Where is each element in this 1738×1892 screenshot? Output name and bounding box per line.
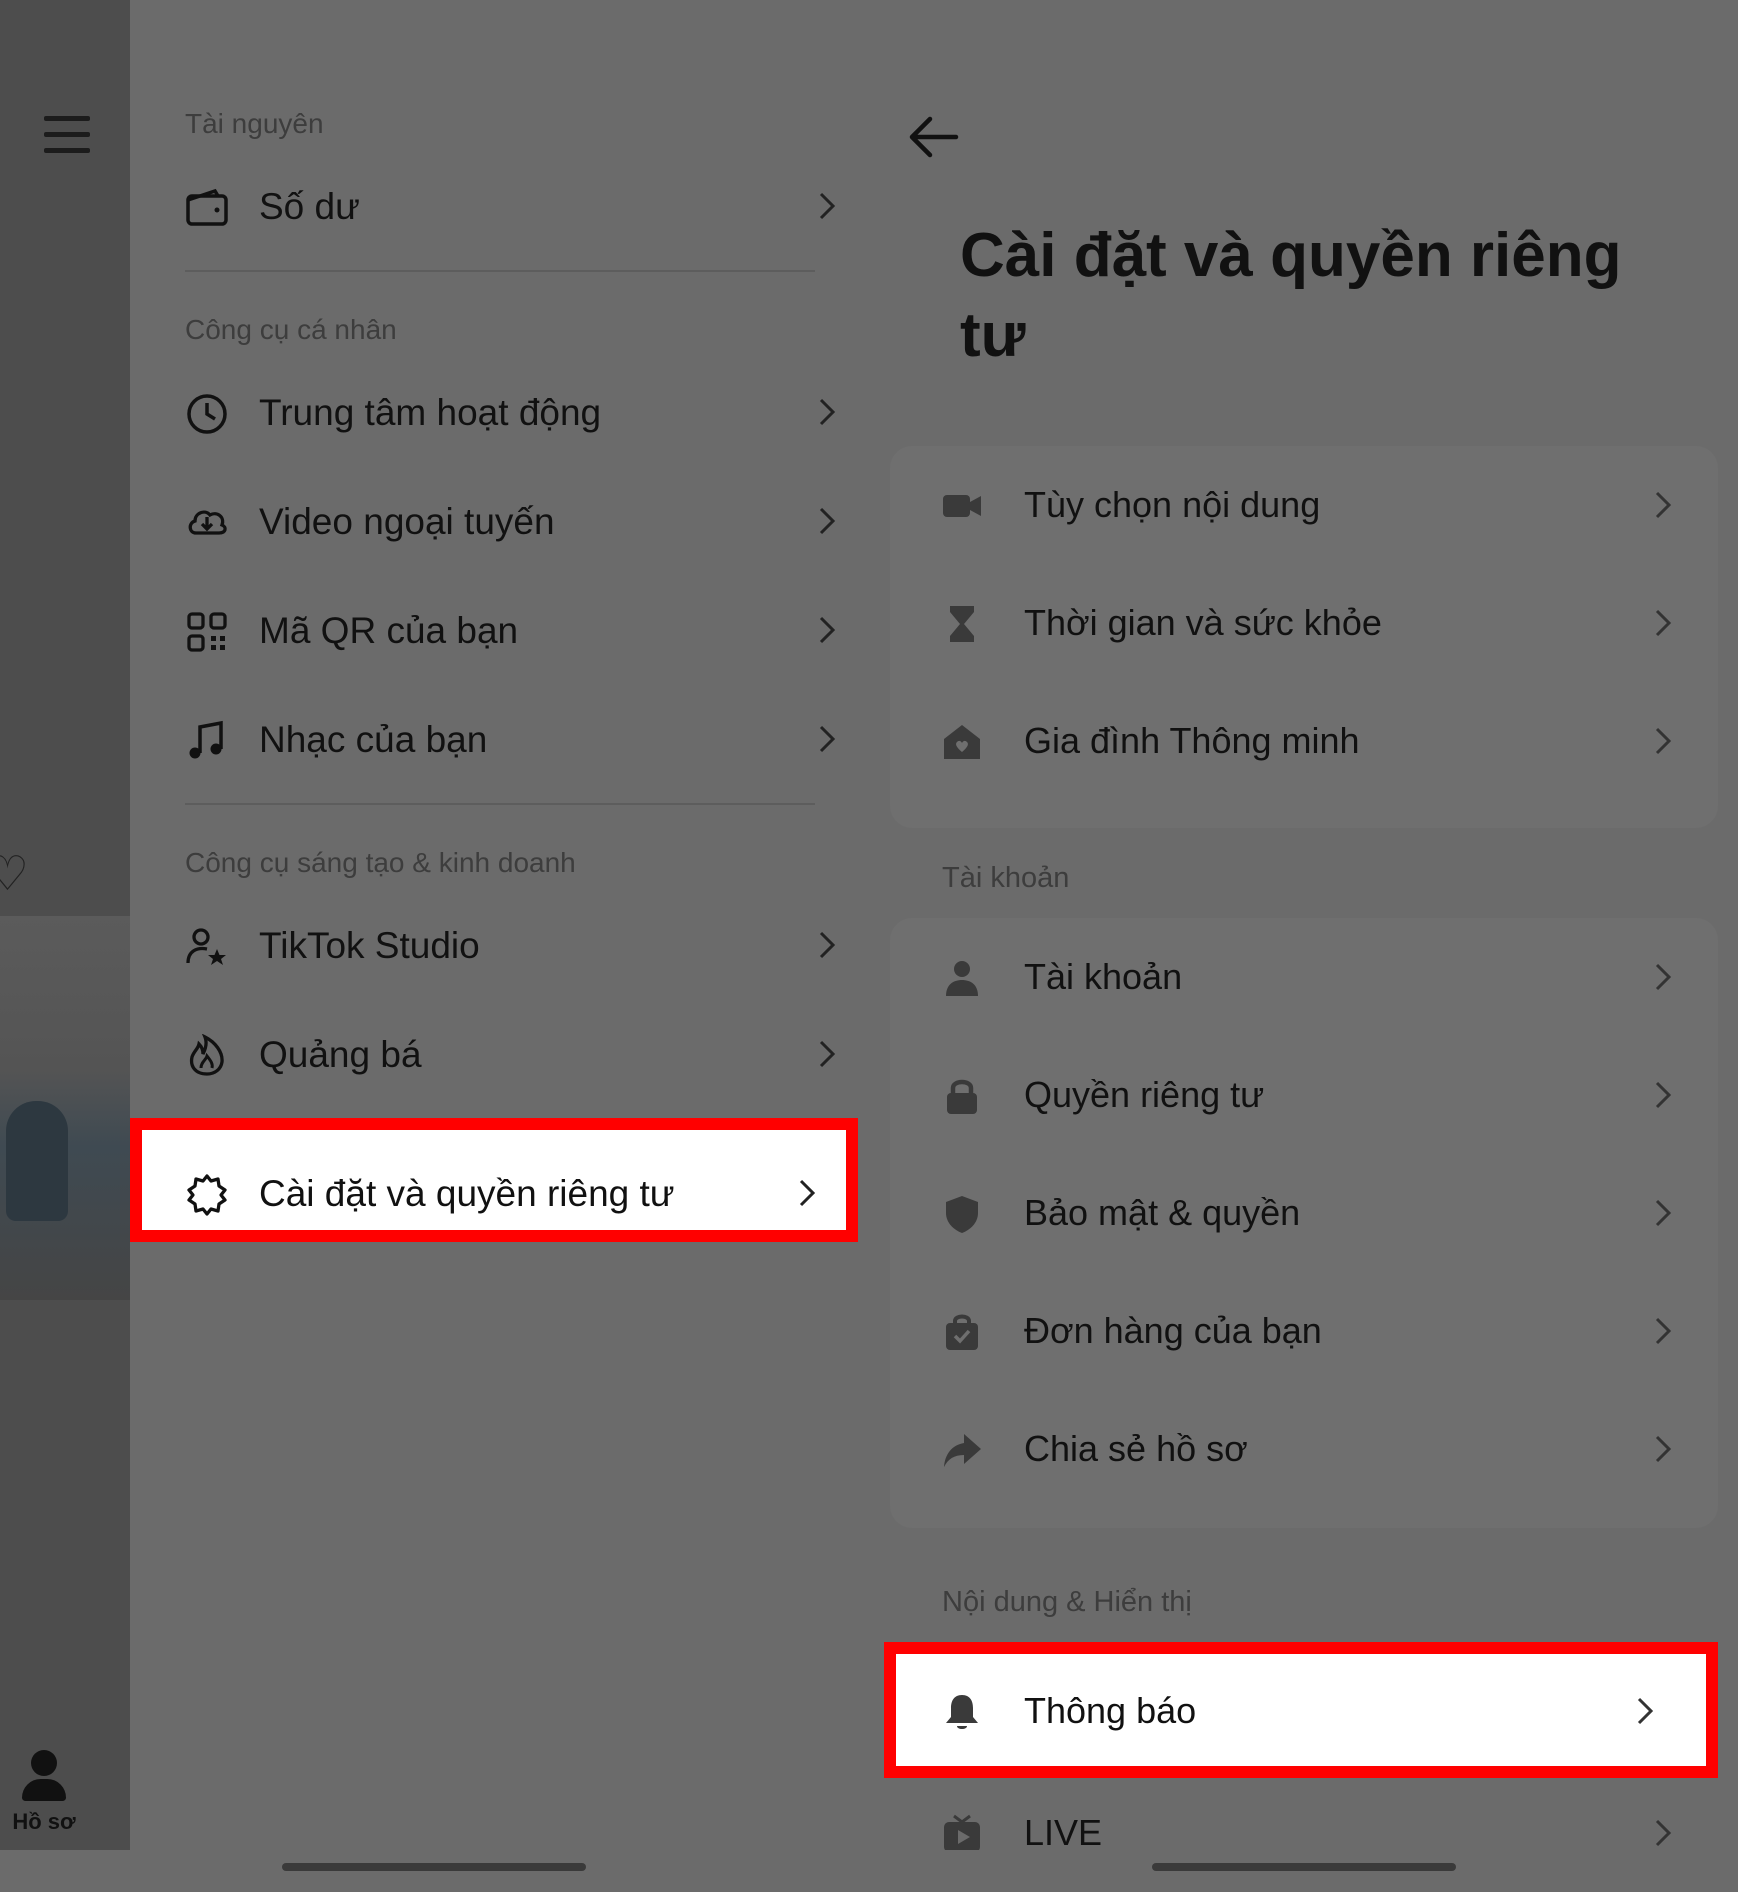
bottom-strip bbox=[0, 1850, 1738, 1883]
menu-item-offline-video[interactable]: Video ngoại tuyến bbox=[185, 481, 845, 561]
profile-tab[interactable]: Hồ sơ bbox=[0, 1750, 88, 1835]
menu-item-tiktok-studio[interactable]: TikTok Studio bbox=[185, 905, 845, 985]
chevron-right-icon bbox=[809, 394, 845, 430]
back-arrow-icon[interactable] bbox=[906, 114, 960, 160]
settings-item-family-pairing[interactable]: Gia đình Thông minh bbox=[890, 682, 1718, 800]
background-app-sliver: ♡ Hồ sơ bbox=[0, 0, 130, 1850]
chevron-right-icon bbox=[809, 927, 845, 963]
settings-item-label: Quyền riêng tư bbox=[1024, 1074, 1264, 1116]
music-note-icon bbox=[185, 719, 229, 763]
menu-item-label: Trung tâm hoạt động bbox=[259, 392, 601, 434]
settings-item-privacy[interactable]: Quyền riêng tư bbox=[890, 1036, 1718, 1154]
settings-item-label: Chia sẻ hồ sơ bbox=[1024, 1428, 1248, 1470]
settings-screen: Cài đặt và quyền riêng tư Tùy chọn nội d… bbox=[868, 76, 1738, 1850]
section-header-content-display: Nội dung & Hiển thị bbox=[942, 1586, 1192, 1619]
side-menu-drawer: Tài nguyên Số dư Công cụ cá nhân Trung t… bbox=[130, 0, 868, 1850]
chevron-right-icon bbox=[809, 1036, 845, 1072]
settings-group-account: Tài khoản Quyền riêng tư Bảo mật & quyền… bbox=[890, 918, 1718, 1528]
settings-item-label: Bảo mật & quyền bbox=[1024, 1192, 1300, 1234]
page-title: Cài đặt và quyền riêng tư bbox=[960, 216, 1680, 376]
settings-item-label: Đơn hàng của bạn bbox=[1024, 1310, 1322, 1352]
profile-tab-label: Hồ sơ bbox=[0, 1809, 88, 1835]
settings-item-notifications-highlighted[interactable]: Thông báo bbox=[884, 1642, 1718, 1778]
settings-item-label: Thời gian và sức khỏe bbox=[1024, 602, 1382, 644]
settings-item-label: Gia đình Thông minh bbox=[1024, 720, 1360, 762]
user-star-icon bbox=[185, 925, 229, 969]
chevron-right-icon bbox=[1646, 606, 1680, 640]
tv-icon bbox=[942, 1814, 982, 1854]
chevron-right-icon bbox=[1646, 1196, 1680, 1230]
video-camera-icon bbox=[942, 486, 982, 526]
flame-icon bbox=[185, 1034, 229, 1078]
wallet-icon bbox=[185, 186, 229, 230]
gear-icon bbox=[185, 1173, 229, 1217]
chevron-right-icon bbox=[1646, 724, 1680, 758]
settings-item-your-orders[interactable]: Đơn hàng của bạn bbox=[890, 1272, 1718, 1390]
menu-item-label: Mã QR của bạn bbox=[259, 610, 518, 652]
settings-item-time-wellbeing[interactable]: Thời gian và sức khỏe bbox=[890, 564, 1718, 682]
settings-item-security-permissions[interactable]: Bảo mật & quyền bbox=[890, 1154, 1718, 1272]
video-thumbnail bbox=[0, 916, 130, 1300]
hamburger-menu-icon[interactable] bbox=[44, 116, 90, 164]
qr-code-icon bbox=[185, 610, 229, 654]
settings-item-label: Tùy chọn nội dung bbox=[1024, 484, 1320, 526]
chevron-right-icon bbox=[809, 188, 845, 224]
menu-item-label: Nhạc của bạn bbox=[259, 719, 487, 761]
chevron-right-icon bbox=[1646, 1432, 1680, 1466]
menu-item-your-music[interactable]: Nhạc của bạn bbox=[185, 699, 845, 779]
lock-icon bbox=[942, 1076, 982, 1116]
settings-item-label: Thông báo bbox=[1024, 1690, 1196, 1732]
shield-icon bbox=[942, 1194, 982, 1234]
cloud-download-icon bbox=[185, 501, 229, 545]
settings-item-share-profile[interactable]: Chia sẻ hồ sơ bbox=[890, 1390, 1718, 1508]
share-arrow-icon bbox=[942, 1430, 982, 1470]
chevron-right-icon bbox=[1646, 1078, 1680, 1112]
settings-group-content-preferences: Tùy chọn nội dung Thời gian và sức khỏe … bbox=[890, 446, 1718, 828]
home-heart-icon bbox=[942, 722, 982, 762]
menu-item-label: TikTok Studio bbox=[259, 925, 480, 967]
profile-icon bbox=[31, 1750, 57, 1776]
menu-item-activity-center[interactable]: Trung tâm hoạt động bbox=[185, 372, 845, 452]
section-header-creator-tools: Công cụ sáng tạo & kinh doanh bbox=[185, 847, 576, 879]
chevron-right-icon bbox=[809, 503, 845, 539]
chevron-right-icon bbox=[789, 1175, 825, 1211]
section-header-personal-tools: Công cụ cá nhân bbox=[185, 314, 397, 346]
settings-item-label: LIVE bbox=[1024, 1812, 1102, 1854]
divider bbox=[185, 270, 815, 272]
menu-item-balance[interactable]: Số dư bbox=[185, 166, 845, 246]
clock-icon bbox=[185, 392, 229, 436]
settings-item-label: Tài khoản bbox=[1024, 956, 1182, 998]
chevron-right-icon bbox=[1646, 960, 1680, 994]
chevron-right-icon bbox=[1646, 1314, 1680, 1348]
home-indicator[interactable] bbox=[1152, 1863, 1456, 1871]
person-icon bbox=[942, 958, 982, 998]
home-indicator[interactable] bbox=[282, 1863, 586, 1871]
settings-item-content-preferences[interactable]: Tùy chọn nội dung bbox=[890, 446, 1718, 564]
thumbnail-figure bbox=[6, 1101, 68, 1221]
section-header-account: Tài khoản bbox=[942, 862, 1069, 895]
chevron-right-icon bbox=[809, 612, 845, 648]
menu-item-settings-privacy-highlighted[interactable]: Cài đặt và quyền riêng tư bbox=[130, 1118, 858, 1242]
chevron-right-icon bbox=[1628, 1694, 1662, 1728]
menu-item-label: Video ngoại tuyến bbox=[259, 501, 555, 543]
menu-item-label: Quảng bá bbox=[259, 1034, 422, 1076]
bell-icon bbox=[942, 1692, 982, 1732]
chevron-right-icon bbox=[1646, 1816, 1680, 1850]
heart-icon: ♡ bbox=[0, 846, 29, 902]
menu-item-label: Số dư bbox=[259, 186, 360, 228]
shopping-bag-icon bbox=[942, 1312, 982, 1352]
chevron-right-icon bbox=[1646, 488, 1680, 522]
chevron-right-icon bbox=[809, 721, 845, 757]
section-header-resources: Tài nguyên bbox=[185, 108, 324, 140]
menu-item-label: Cài đặt và quyền riêng tư bbox=[259, 1173, 675, 1215]
settings-item-account[interactable]: Tài khoản bbox=[890, 918, 1718, 1036]
menu-item-qr-code[interactable]: Mã QR của bạn bbox=[185, 590, 845, 670]
divider bbox=[185, 803, 815, 805]
menu-item-promote[interactable]: Quảng bá bbox=[185, 1014, 845, 1094]
hourglass-icon bbox=[942, 604, 982, 644]
